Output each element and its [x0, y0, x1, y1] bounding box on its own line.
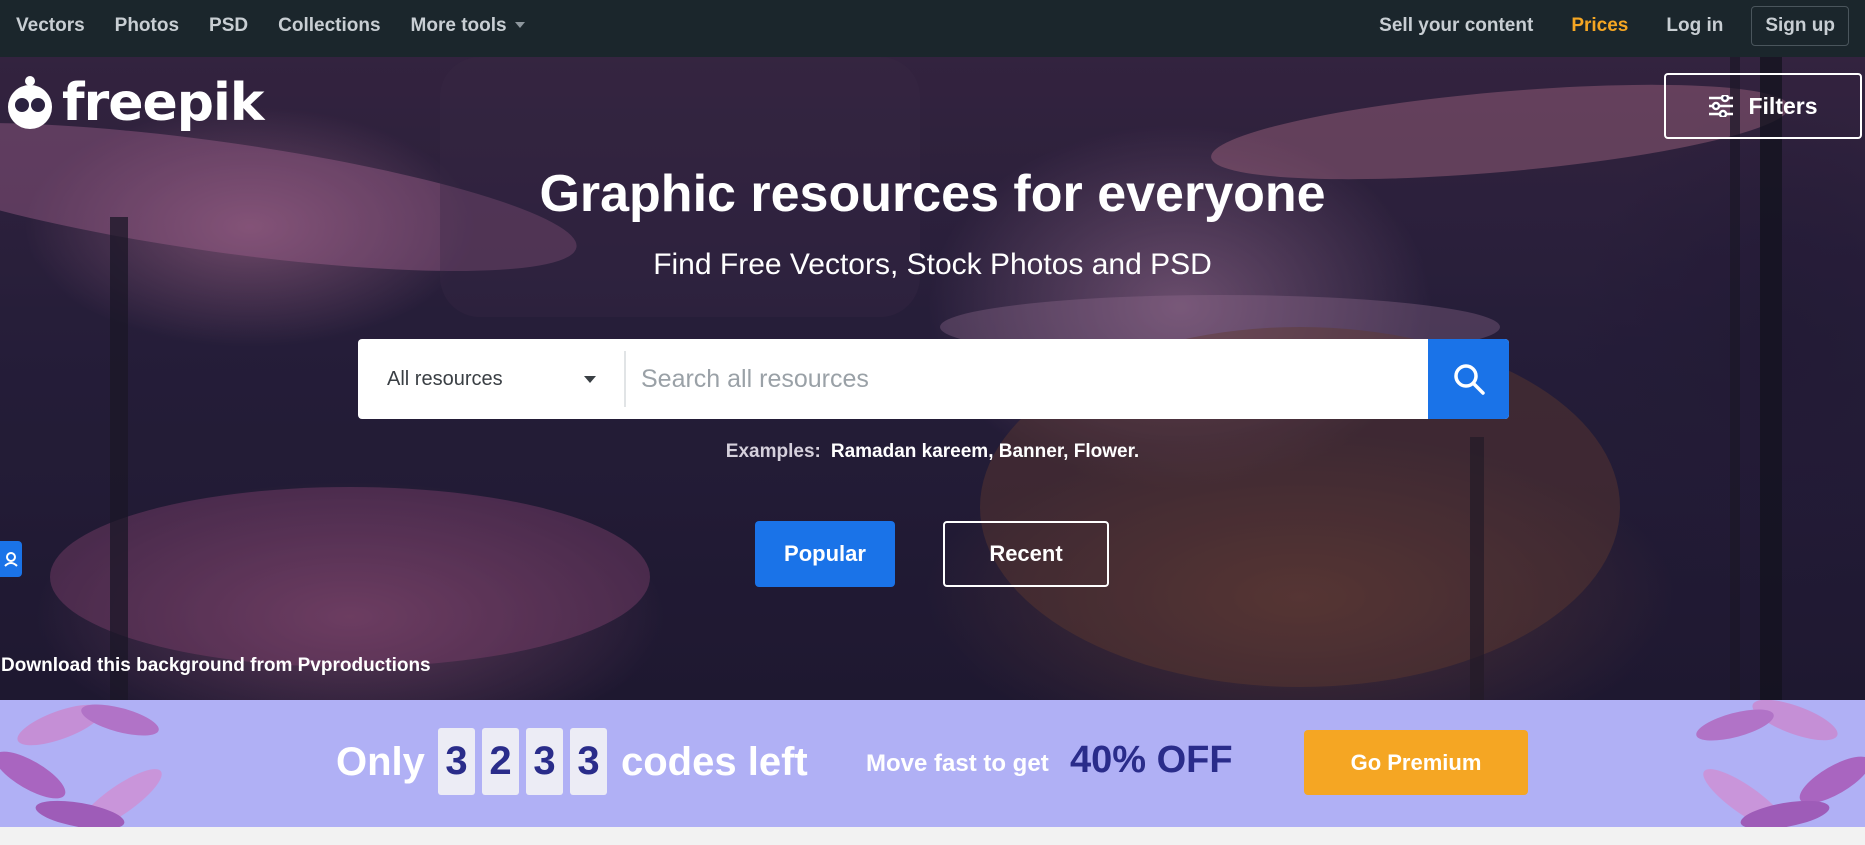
chevron-down-icon: [584, 375, 596, 383]
promo-move-text: Move fast to get: [866, 750, 1049, 777]
examples-label: Examples:: [725, 441, 821, 462]
filters-sliders-icon: [1709, 95, 1734, 117]
support-icon: [4, 552, 18, 567]
nav-vectors[interactable]: Vectors: [16, 15, 85, 37]
flower-decoration: [0, 704, 162, 827]
counter-digit: 2: [482, 728, 519, 795]
background-credit[interactable]: Download this background from Pvproducti…: [1, 655, 431, 677]
counter-digit: 3: [570, 728, 607, 795]
search-bar: All resources: [358, 339, 1509, 419]
resource-type-value: All resources: [387, 367, 503, 390]
support-tab[interactable]: [0, 541, 22, 577]
signup-button[interactable]: Sign up: [1751, 5, 1849, 46]
hero-title: Graphic resources for everyone: [539, 165, 1326, 223]
top-navigation: Vectors Photos PSD Collections More tool…: [0, 0, 1865, 57]
nav-more-tools[interactable]: More tools: [411, 15, 525, 37]
nav-psd[interactable]: PSD: [209, 15, 248, 37]
popular-tab-button[interactable]: Popular: [755, 521, 895, 587]
promo-banner: Only 3 2 3 3 codes left Move fast to get…: [0, 700, 1865, 827]
freepik-logo[interactable]: freepik: [2, 73, 264, 133]
nav-prices[interactable]: Prices: [1571, 15, 1628, 37]
search-input[interactable]: [626, 339, 1428, 419]
nav-left-group: Vectors Photos PSD Collections More tool…: [16, 0, 525, 51]
login-link[interactable]: Log in: [1666, 15, 1723, 37]
chevron-down-icon: [514, 22, 525, 29]
promo-only-text: Only: [336, 740, 425, 784]
promo-codes-left-text: codes left: [621, 740, 808, 784]
search-examples: Examples: Ramadan kareem, Banner, Flower.: [0, 441, 1865, 463]
page-content-start: [0, 827, 1865, 845]
search-button[interactable]: [1428, 339, 1509, 419]
search-icon: [1453, 364, 1485, 395]
nav-photos[interactable]: Photos: [115, 15, 179, 37]
freepik-logo-icon: [8, 76, 52, 129]
counter-digit: 3: [438, 728, 475, 795]
promo-discount: 40% OFF: [1070, 739, 1233, 781]
filters-button[interactable]: Filters: [1664, 73, 1862, 139]
recent-tab-button[interactable]: Recent: [943, 521, 1109, 587]
logo-wordmark: freepik: [62, 73, 264, 133]
resource-type-select[interactable]: All resources: [358, 351, 626, 407]
nav-more-tools-label: More tools: [410, 14, 507, 36]
examples-links[interactable]: Ramadan kareem, Banner, Flower.: [831, 441, 1139, 462]
hero-subtitle: Find Free Vectors, Stock Photos and PSD: [653, 248, 1212, 281]
codes-counter: 3 2 3 3: [438, 728, 607, 795]
hero-section: freepik Filters Graphic resources for ev…: [0, 57, 1865, 700]
filters-label: Filters: [1748, 92, 1818, 119]
nav-collections[interactable]: Collections: [278, 15, 380, 37]
nav-sell-content[interactable]: Sell your content: [1379, 15, 1533, 37]
go-premium-button[interactable]: Go Premium: [1304, 730, 1528, 795]
nav-right-group: Sell your content Prices Log in Sign up: [1379, 0, 1849, 51]
flower-decoration: [1696, 700, 1865, 827]
counter-digit: 3: [526, 728, 563, 795]
